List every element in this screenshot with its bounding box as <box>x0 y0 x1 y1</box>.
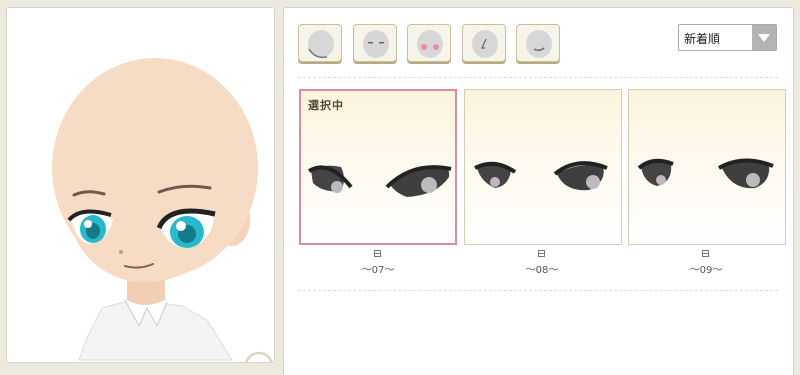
eye-option-card[interactable] <box>464 89 622 245</box>
category-mouth-button[interactable] <box>516 24 560 62</box>
eye-preview-icon <box>637 158 774 189</box>
calendar-icon <box>702 250 709 257</box>
face-shape-icon <box>308 30 334 59</box>
dropdown-arrow-icon <box>752 25 776 50</box>
eye-option-card[interactable]: 選択中 <box>299 89 457 245</box>
eye-preview-icon <box>474 161 608 191</box>
calendar-icon <box>374 250 381 257</box>
avatar-preview <box>6 7 275 363</box>
editor-panel: 新着順 選択中 〜07〜 〜08〜 〜09〜 <box>283 7 794 375</box>
eye-preview-icon <box>307 165 452 197</box>
category-cheeks-button[interactable] <box>407 24 451 62</box>
mouth-icon <box>526 30 552 58</box>
divider <box>298 290 778 291</box>
eye-option-card[interactable] <box>628 89 786 245</box>
category-eyes-button[interactable] <box>353 24 397 62</box>
sort-selected-label: 新着順 <box>684 32 721 46</box>
cheeks-icon <box>417 30 443 58</box>
category-face-shape-button[interactable] <box>298 24 342 62</box>
nose-icon <box>472 30 498 58</box>
category-nose-button[interactable] <box>462 24 506 62</box>
eyes-icon <box>363 30 389 58</box>
divider <box>298 77 778 78</box>
sort-order-select[interactable]: 新着順 <box>678 24 777 51</box>
item-date: 〜09〜 <box>689 265 723 276</box>
avatar-illustration <box>52 58 258 361</box>
item-date: 〜08〜 <box>525 265 559 276</box>
calendar-icon <box>538 250 545 257</box>
item-date: 〜07〜 <box>361 265 395 276</box>
